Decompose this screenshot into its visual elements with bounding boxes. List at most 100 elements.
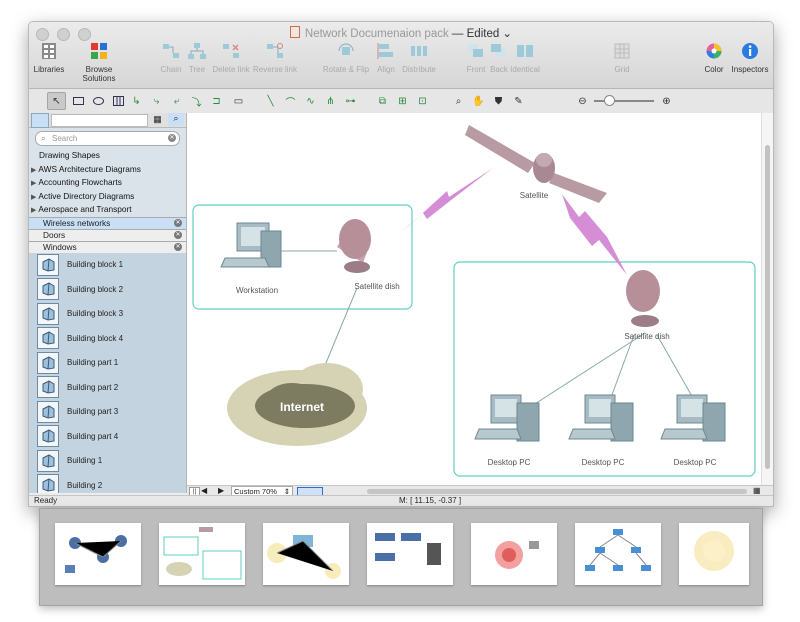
clear-search-icon[interactable]: ✕	[168, 134, 176, 142]
page-layout-icon[interactable]: ▦	[753, 486, 761, 495]
shape-item[interactable]: Building block 2	[29, 277, 186, 302]
tree-view-toggle[interactable]	[31, 113, 49, 128]
desktop-pc-2	[568, 394, 634, 442]
page-thumbnail-5[interactable]	[471, 523, 557, 585]
page-thumbnail-4[interactable]	[367, 523, 453, 585]
arc-connector-tool[interactable]: ⤷	[147, 92, 166, 110]
close-library-icon[interactable]: ✕	[174, 242, 182, 251]
building-shape-icon	[37, 327, 59, 350]
select-tool[interactable]: ↖	[47, 92, 66, 110]
insert-picture-tool[interactable]: ▭	[229, 92, 248, 110]
building-shape-icon	[37, 449, 59, 472]
horizontal-scroll-thumb[interactable]	[367, 489, 747, 494]
library-item[interactable]: ▶ AWS Architecture Diagrams	[29, 163, 186, 177]
library-item[interactable]: ▶ Active Directory Diagrams	[29, 190, 186, 204]
page-thumbnail-7[interactable]	[679, 523, 749, 585]
inspectors-button[interactable]: Inspectors	[725, 42, 773, 74]
open-libraries: Wireless networks ✕ Doors ✕ Windows ✕	[29, 216, 186, 253]
open-library-bar[interactable]: Wireless networks ✕	[29, 216, 186, 229]
disclosure-triangle-icon[interactable]: ▶	[31, 194, 36, 201]
polyline-tool[interactable]: ⋔	[321, 92, 340, 110]
browse-solutions-button[interactable]: Browse Solutions	[69, 42, 129, 83]
zoom-slider-handle[interactable]	[604, 95, 615, 106]
connector-tool[interactable]: ↳	[127, 92, 146, 110]
magnifier-icon: ⌕	[455, 95, 462, 107]
sidebar-search-button[interactable]: ⌕	[168, 113, 184, 126]
smart-connector-tool[interactable]: ⤶	[167, 92, 186, 110]
library-search-input[interactable]: ⌕ Search ✕	[35, 131, 180, 146]
open-library-bar[interactable]: Windows ✕	[29, 240, 186, 253]
library-item-label: AWS Architecture Diagrams	[38, 163, 141, 174]
chain-mode-tool[interactable]: ⧉	[373, 92, 392, 110]
shape-item[interactable]: Building block 3	[29, 302, 186, 327]
disclosure-triangle-icon[interactable]: ▶	[31, 167, 36, 174]
library-item[interactable]: ▶ Accounting Flowcharts	[29, 176, 186, 190]
rectangle-tool[interactable]	[69, 92, 88, 110]
shape-item[interactable]: Building part 2	[29, 375, 186, 400]
desktop-pc-label: Desktop PC	[581, 458, 625, 467]
open-library-bar[interactable]: Doors ✕	[29, 228, 186, 241]
delete-link-button[interactable]: Delete link	[207, 42, 255, 74]
previous-page-button[interactable]: ◀	[201, 486, 207, 495]
building-shape-icon	[37, 278, 59, 301]
page-thumbnail-2[interactable]	[159, 523, 245, 585]
zoom-in-button[interactable]: ⊕	[657, 92, 676, 110]
shape-item[interactable]: Building block 4	[29, 326, 186, 351]
satellite-dish-right	[626, 270, 660, 327]
diagram-canvas[interactable]: Satellite Workstation Satellite dish Sat…	[187, 113, 762, 485]
vertical-scroll-thumb[interactable]	[765, 145, 770, 469]
shape-item[interactable]: Building part 3	[29, 400, 186, 425]
zoom-out-button[interactable]: ⊖	[573, 92, 592, 110]
vertical-scrollbar[interactable]	[761, 113, 773, 485]
close-library-icon[interactable]: ✕	[174, 230, 182, 239]
zoom-tool[interactable]: ⌕	[449, 92, 468, 110]
library-item-label: Active Directory Diagrams	[38, 190, 135, 201]
library-item[interactable]: ▶ Aerospace and Transport	[29, 203, 186, 217]
ungroup-tool[interactable]: ⊡	[413, 92, 432, 110]
identical-button[interactable]: Identical	[501, 42, 549, 74]
stamp-tool[interactable]: ⛊	[489, 92, 508, 110]
libraries-button[interactable]: Libraries	[29, 42, 73, 74]
page-thumbnail-1[interactable]	[55, 523, 141, 585]
ellipse-tool[interactable]	[89, 92, 108, 110]
library-filter-field[interactable]	[51, 114, 148, 127]
grid-view-button[interactable]: ▦	[151, 114, 164, 125]
building-shape-icon	[37, 302, 59, 325]
grid-button[interactable]: Grid	[598, 42, 646, 74]
shape-item[interactable]: Building 2	[29, 473, 186, 493]
pan-tool[interactable]: ✋	[469, 92, 488, 110]
page-thumbnail-3[interactable]	[263, 523, 349, 585]
distribute-button[interactable]: Distribute	[395, 42, 443, 74]
line-tool[interactable]: ╲	[261, 92, 280, 110]
bezier-tool[interactable]: ∿	[301, 92, 320, 110]
round-connector-tool[interactable]: ⤵	[187, 92, 206, 110]
disclosure-triangle-icon[interactable]: ▶	[31, 207, 36, 214]
shape-item[interactable]: Building part 1	[29, 351, 186, 376]
library-item-label: Accounting Flowcharts	[38, 177, 122, 187]
zoom-slider-track[interactable]	[594, 100, 654, 102]
building-shape-icon	[37, 376, 59, 399]
arc-tool[interactable]: ⌒	[281, 92, 300, 110]
building-shape-icon	[37, 474, 59, 493]
library-item[interactable]: Drawing Shapes	[29, 149, 186, 163]
close-library-icon[interactable]: ✕	[174, 218, 182, 227]
page-thumbnail-6[interactable]	[575, 523, 661, 585]
shape-item[interactable]: Building block 1	[29, 253, 186, 278]
shape-item[interactable]: Building part 4	[29, 424, 186, 449]
tree-connector-tool[interactable]: ⊐	[207, 92, 226, 110]
shape-item[interactable]: Building 1	[29, 449, 186, 474]
format-painter-tool[interactable]: ✎	[509, 92, 528, 110]
spline-tool[interactable]: ⊶	[341, 92, 360, 110]
disclosure-triangle-icon[interactable]: ▶	[31, 180, 36, 187]
workstation-label: Workstation	[235, 286, 279, 295]
table-icon	[113, 96, 124, 106]
next-page-button[interactable]: ▶	[218, 486, 224, 495]
shape-item-label: Building part 2	[67, 382, 119, 392]
lightning-left	[400, 168, 493, 233]
text-tool[interactable]	[109, 92, 128, 110]
group-tool[interactable]: ⊞	[393, 92, 412, 110]
reverse-link-button[interactable]: Reverse link	[251, 42, 299, 74]
building-shape-icon	[37, 425, 59, 448]
grid-view-icon: ▦	[153, 114, 162, 124]
dish-link-pc2	[608, 334, 635, 404]
